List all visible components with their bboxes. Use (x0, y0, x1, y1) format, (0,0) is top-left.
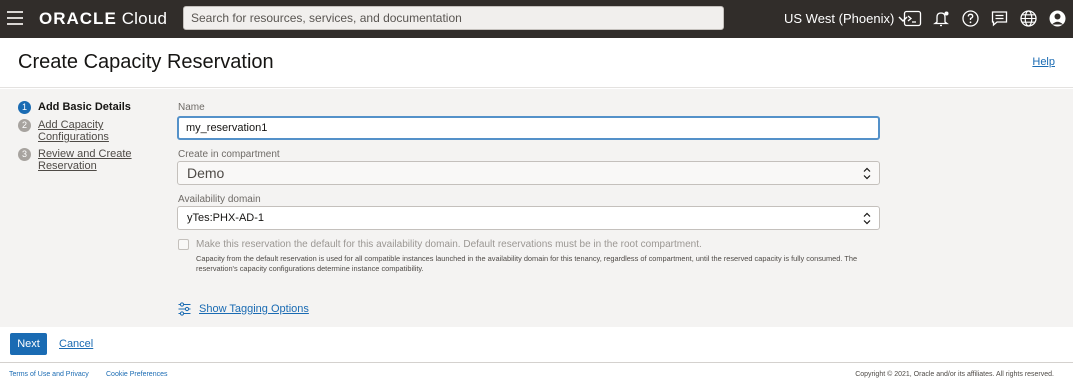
help-icon[interactable] (961, 9, 980, 28)
step-number-badge: 2 (18, 119, 31, 132)
page-title: Create Capacity Reservation (18, 51, 274, 73)
next-button[interactable]: Next (10, 333, 47, 355)
step-number-badge: 3 (18, 148, 31, 161)
availability-domain-value: yTes:PHX-AD-1 (187, 212, 265, 224)
chat-icon[interactable] (990, 9, 1009, 28)
copyright-text: Copyright © 2021, Oracle and/or its affi… (855, 371, 1054, 378)
name-field[interactable] (177, 116, 880, 140)
wizard-body: 1 Add Basic Details 2 Add Capacity Confi… (0, 89, 1073, 327)
default-reservation-label: Make this reservation the default for th… (196, 239, 702, 250)
cloud-shell-icon[interactable] (903, 9, 922, 28)
compartment-select[interactable]: Demo (177, 161, 880, 185)
region-label: US West (Phoenix) (784, 11, 895, 26)
step-label: Add Basic Details (38, 101, 131, 113)
oracle-cloud-logo[interactable]: ORACLE Cloud (39, 9, 167, 29)
select-caret-icon (862, 167, 872, 180)
page-header: Create Capacity Reservation Help (0, 38, 1073, 88)
globe-icon[interactable] (1019, 9, 1038, 28)
default-reservation-checkbox[interactable] (178, 239, 189, 250)
availability-domain-label: Availability domain (178, 194, 261, 205)
region-selector[interactable]: US West (Phoenix) (784, 11, 908, 26)
bell-icon[interactable] (932, 9, 951, 28)
show-tagging-options[interactable]: Show Tagging Options (178, 302, 309, 316)
step-review-and-create[interactable]: 3 Review and Create Reservation (18, 148, 168, 172)
default-reservation-help-text: Capacity from the default reservation is… (196, 254, 858, 273)
step-add-basic-details: 1 Add Basic Details (18, 101, 168, 114)
terms-privacy-link[interactable]: Terms of Use and Privacy (9, 371, 89, 378)
step-number-badge: 1 (18, 101, 31, 114)
wizard-steps: 1 Add Basic Details 2 Add Capacity Confi… (18, 101, 168, 177)
cancel-link[interactable]: Cancel (59, 338, 93, 350)
page-footer: Terms of Use and Privacy Cookie Preferen… (0, 362, 1073, 388)
help-link[interactable]: Help (1032, 56, 1055, 68)
availability-domain-select[interactable]: yTes:PHX-AD-1 (177, 206, 880, 230)
search-input[interactable] (183, 6, 724, 30)
tagging-options-link[interactable]: Show Tagging Options (199, 303, 309, 315)
top-navigation-bar: ORACLE Cloud US West (Phoenix) (0, 0, 1073, 38)
cookie-preferences-link[interactable]: Cookie Preferences (106, 371, 167, 378)
user-icon[interactable] (1048, 9, 1067, 28)
select-caret-icon (862, 212, 872, 225)
step-label[interactable]: Add Capacity Configurations (38, 119, 168, 143)
step-label[interactable]: Review and Create Reservation (38, 148, 138, 172)
name-label: Name (178, 102, 205, 113)
compartment-label: Create in compartment (178, 149, 280, 160)
compartment-value: Demo (187, 165, 225, 181)
step-add-capacity-configurations[interactable]: 2 Add Capacity Configurations (18, 119, 168, 143)
tagging-options-icon (178, 302, 191, 316)
hamburger-menu-icon[interactable] (7, 11, 23, 25)
